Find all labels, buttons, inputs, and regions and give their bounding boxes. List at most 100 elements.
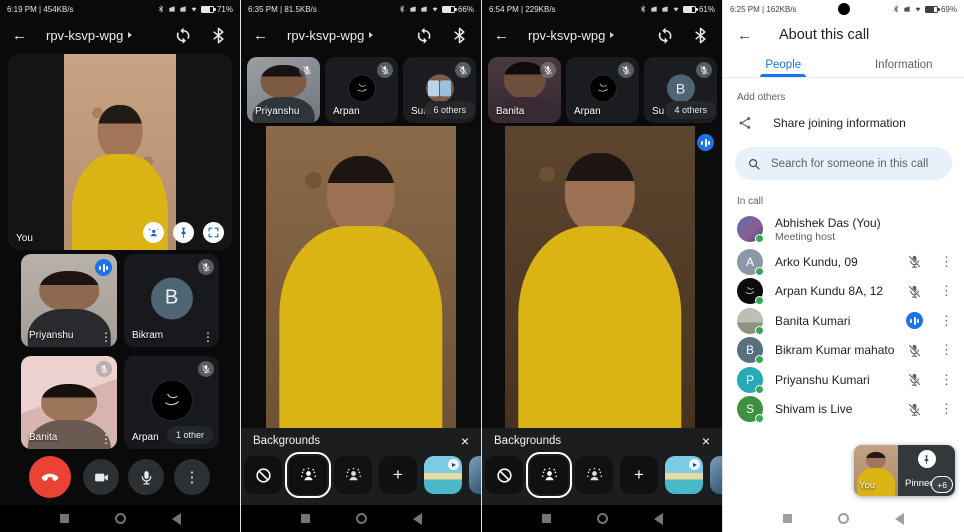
close-icon[interactable]: × <box>702 433 710 449</box>
list-item-arko[interactable]: A Arko Kundu, 09 ⋮ <box>723 247 964 277</box>
nav-recents-button[interactable] <box>301 514 310 523</box>
list-item-arpan[interactable]: Arpan Kundu 8A, 12 ⋮ <box>723 277 964 307</box>
presence-dot <box>755 414 764 423</box>
list-item-priyanshu[interactable]: P Priyanshu Kumari ⋮ <box>723 365 964 395</box>
close-icon[interactable]: × <box>461 433 469 449</box>
participant-tile-priyanshu[interactable]: Priyanshu ⋮ <box>21 254 117 347</box>
search-input[interactable] <box>771 158 940 170</box>
more-options-button[interactable]: ⋮ <box>174 459 210 495</box>
list-item-banita[interactable]: Banita Kumari ⋮ <box>723 306 964 336</box>
thumb-priyanshu[interactable]: Priyanshu <box>247 57 320 123</box>
participant-tile-bikram[interactable]: B Bikram ⋮ <box>124 254 219 347</box>
mic-toggle-button[interactable] <box>128 459 164 495</box>
nav-recents-button[interactable] <box>783 514 792 523</box>
mic-off-icon[interactable] <box>907 402 922 417</box>
nav-home-button[interactable] <box>597 513 608 524</box>
list-item-abhishek[interactable]: Abhishek Das (You)Meeting host <box>723 211 964 247</box>
tile-overflow-icon[interactable]: ⋮ <box>202 331 214 343</box>
row-overflow-icon[interactable]: ⋮ <box>940 401 950 417</box>
picture-in-picture[interactable]: You Pinned +6 <box>854 445 955 496</box>
option-no-background[interactable] <box>485 456 523 494</box>
participant-name: Priyanshu <box>255 106 299 117</box>
bluetooth-audio-icon[interactable] <box>209 26 228 45</box>
back-icon[interactable]: ← <box>737 27 761 44</box>
mic-off-icon[interactable] <box>907 254 922 269</box>
thumb-banita[interactable]: Banita <box>488 57 561 123</box>
thumb-arpan[interactable]: Arpan <box>325 57 398 123</box>
nav-home-button[interactable] <box>356 513 367 524</box>
fullscreen-button[interactable] <box>203 222 224 243</box>
option-slight-blur[interactable] <box>289 456 327 494</box>
option-beach-background[interactable] <box>665 456 703 494</box>
meeting-code[interactable]: rpv-ksvp-wpg <box>528 28 614 43</box>
bluetooth-status-icon <box>892 5 900 13</box>
bluetooth-audio-icon[interactable] <box>450 26 469 45</box>
nav-home-button[interactable] <box>838 513 849 524</box>
participant-tile-arpan[interactable]: Arpan 1 other <box>124 356 219 449</box>
option-add-background[interactable]: + <box>379 456 417 494</box>
search-field[interactable] <box>735 147 952 180</box>
self-video-tile[interactable]: You <box>8 54 232 250</box>
list-item-shivam[interactable]: S Shivam is Live ⋮ <box>723 395 964 425</box>
option-no-background[interactable] <box>244 456 282 494</box>
mic-off-icon[interactable] <box>907 284 922 299</box>
participant-tile-banita[interactable]: Banita ⋮ <box>21 356 117 449</box>
switch-camera-icon[interactable] <box>656 26 675 45</box>
nav-home-button[interactable] <box>115 513 126 524</box>
share-joining-info-row[interactable]: Share joining information <box>723 107 964 139</box>
others-count-pill[interactable]: 6 others <box>424 101 475 119</box>
switch-camera-icon[interactable] <box>415 26 434 45</box>
signal-icon <box>179 5 187 13</box>
signal-icon <box>903 5 911 13</box>
android-nav-bar <box>241 505 481 532</box>
meeting-code[interactable]: rpv-ksvp-wpg <box>46 28 132 43</box>
nav-recents-button[interactable] <box>542 514 551 523</box>
row-overflow-icon[interactable]: ⋮ <box>940 283 950 299</box>
option-full-blur[interactable] <box>575 456 613 494</box>
arpan-logo-avatar <box>589 74 617 102</box>
option-image-background[interactable] <box>710 456 723 494</box>
mic-off-icon[interactable] <box>907 343 922 358</box>
row-overflow-icon[interactable]: ⋮ <box>940 254 950 270</box>
nav-recents-button[interactable] <box>60 514 69 523</box>
tile-overflow-icon[interactable]: ⋮ <box>100 331 112 343</box>
option-image-background[interactable] <box>469 456 482 494</box>
row-overflow-icon[interactable]: ⋮ <box>940 342 950 358</box>
signal-icon <box>420 5 428 13</box>
main-video-stage[interactable] <box>482 126 723 428</box>
back-icon[interactable]: ← <box>494 27 518 44</box>
camera-toggle-button[interactable] <box>83 459 119 495</box>
list-item-bikram[interactable]: B Bikram Kumar mahato ⋮ <box>723 336 964 366</box>
row-overflow-icon[interactable]: ⋮ <box>940 372 950 388</box>
mic-off-icon[interactable] <box>907 372 922 387</box>
meeting-code[interactable]: rpv-ksvp-wpg <box>287 28 373 43</box>
back-icon[interactable]: ← <box>253 27 277 44</box>
option-full-blur[interactable] <box>334 456 372 494</box>
tile-overflow-icon[interactable]: ⋮ <box>100 433 112 445</box>
back-icon[interactable]: ← <box>12 27 36 44</box>
nav-back-button[interactable] <box>895 513 904 525</box>
others-count-pill[interactable]: 1 other <box>167 426 213 444</box>
pin-button[interactable] <box>173 222 194 243</box>
nav-back-button[interactable] <box>413 513 422 525</box>
thumb-others[interactable]: B Su 4 others <box>644 57 717 123</box>
nav-back-button[interactable] <box>654 513 663 525</box>
row-overflow-icon[interactable]: ⋮ <box>940 313 950 329</box>
tab-information[interactable]: Information <box>844 52 964 77</box>
app-bar: ← rpv-ksvp-wpg <box>482 18 722 52</box>
nav-back-button[interactable] <box>172 513 181 525</box>
switch-camera-icon[interactable] <box>174 26 193 45</box>
option-beach-background[interactable] <box>424 456 462 494</box>
option-slight-blur[interactable] <box>530 456 568 494</box>
thumb-arpan[interactable]: Arpan <box>566 57 639 123</box>
background-effects-button[interactable] <box>143 222 164 243</box>
status-bar: 6:19 PM | 454KB/s 71% <box>0 0 240 18</box>
others-count-pill[interactable]: 4 others <box>665 101 716 119</box>
bluetooth-audio-icon[interactable] <box>691 26 710 45</box>
thumb-others[interactable]: Sum 6 others <box>403 57 476 123</box>
tab-people[interactable]: People <box>723 52 844 77</box>
end-call-button[interactable] <box>29 456 71 498</box>
share-icon <box>737 115 753 131</box>
option-add-background[interactable]: + <box>620 456 658 494</box>
main-video-stage[interactable] <box>241 126 482 428</box>
